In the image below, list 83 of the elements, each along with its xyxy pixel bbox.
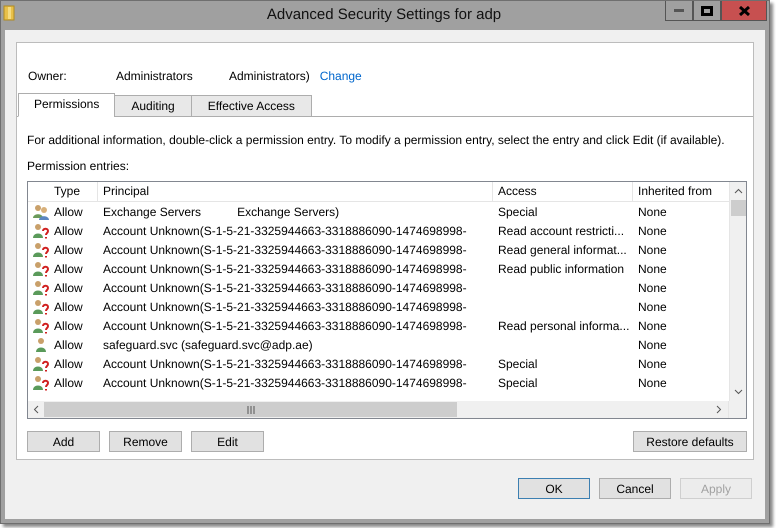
table-cell: Read public information [498,262,624,276]
close-icon [738,6,750,16]
info-text: For additional information, double-click a permission entry. To modify a permission entry, select the entry and click Edit (if available). [27,133,726,147]
table-cell: Exchange Servers [103,204,202,218]
unknown-user-icon [32,280,50,296]
column-header[interactable]: Access [493,182,633,201]
user-icon [35,336,47,352]
maximize-icon [701,6,713,16]
table-cell-text: Allow [54,280,84,294]
dialog-button[interactable]: OK [518,478,590,499]
table-cell-text: Allow [54,204,84,218]
close-button[interactable] [721,1,767,21]
table-cell-text: Allow [54,262,84,276]
horizontal-scrollbar[interactable] [28,401,746,418]
unknown-user-icon [32,318,50,334]
owner-label: Owner: [28,69,68,83]
column-header[interactable]: Principal [98,182,493,201]
folder-icon [3,5,15,21]
table-cell-text: Allow [54,356,84,370]
table-cell: None [638,300,667,314]
table-cell-text: Allow [54,300,84,314]
scroll-down-icon [734,389,742,395]
scroll-right-icon [716,405,722,414]
unknown-user-icon [32,242,50,258]
table-cell: None [638,338,667,352]
maximize-button[interactable] [693,1,721,21]
owner-name: Administrators [116,69,194,83]
tab[interactable]: Permissions [18,93,116,117]
table-cell: Account Unknown(S-1-5-21-3325944663-3318886090-1474698998- [103,224,467,238]
table-cell: Read general informat... [498,242,627,256]
table-cell: Account Unknown(S-1-5-21-3325944663-3318886090-1474698998- [103,262,467,276]
table-cell: None [638,356,667,370]
table-cell-text: Allow [54,242,84,256]
table-cell: None [638,204,667,218]
table-cell: None [638,280,667,294]
unknown-user-icon [32,374,50,390]
owner-name: Administrators) [229,69,310,83]
unknown-user-icon [32,260,50,276]
unknown-user-icon [32,356,50,372]
vertical-scrollbar[interactable] [729,182,746,401]
table-cell: None [638,262,667,276]
table-cell: None [638,224,667,238]
action-button[interactable]: Add [27,431,100,452]
table-cell: Account Unknown(S-1-5-21-3325944663-3318886090-1474698998- [103,300,467,314]
tab[interactable]: Auditing [114,95,192,117]
grip-icon [246,406,254,414]
change-link[interactable]: Change [320,69,362,83]
table-cell: Account Unknown(S-1-5-21-3325944663-3318886090-1474698998- [103,280,467,294]
window-title: Advanced Security Settings for adp [266,6,502,23]
table-cell: None [638,318,667,332]
table-cell-text: Allow [54,318,84,332]
scroll-thumb[interactable] [730,200,746,216]
unknown-user-icon [32,298,50,314]
column-header[interactable]: Inherited from [633,182,729,201]
table-cell: Special [498,356,538,370]
scroll-left-icon [33,405,39,414]
action-button[interactable]: Remove [109,431,182,452]
table-cell: safeguard.svc (safeguard.svc@adp.ae) [103,338,313,352]
user-group-icon [32,204,50,220]
table-cell: Account Unknown(S-1-5-21-3325944663-3318886090-1474698998- [103,318,467,332]
table-cell-text: Allow [54,224,84,238]
tab[interactable]: Effective Access [190,95,312,117]
table-cell: Special [498,376,538,390]
table-cell: Account Unknown(S-1-5-21-3325944663-3318886090-1474698998- [103,356,467,370]
scroll-up-icon [734,188,742,194]
scroll-thumb[interactable] [44,402,457,417]
table-cell: Account Unknown(S-1-5-21-3325944663-3318886090-1474698998- [103,376,467,390]
entries-label: Permission entries: [27,159,130,173]
dialog-button[interactable]: Cancel [599,478,671,499]
action-button[interactable]: Edit [191,431,264,452]
table-cell: Exchange Servers) [237,204,340,218]
table-cell-text: Allow [54,338,84,352]
unknown-user-icon [32,222,50,238]
table-cell: Read personal informa... [498,318,630,332]
minimize-icon [674,8,684,12]
restore-defaults-button[interactable]: Restore defaults [633,431,747,452]
table-cell: None [638,242,667,256]
table-cell: Special [498,204,538,218]
table-cell-text: Allow [54,376,84,390]
table-cell: Account Unknown(S-1-5-21-3325944663-3318886090-1474698998- [103,242,467,256]
table-cell: None [638,376,667,390]
column-header[interactable]: Type [28,182,98,201]
table-cell: Read account restricti... [498,224,624,238]
